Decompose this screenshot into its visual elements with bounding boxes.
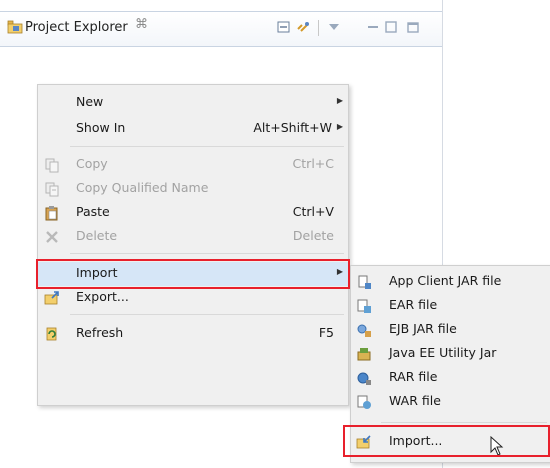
menu-separator (70, 253, 344, 254)
menu-item-label: Export... (76, 289, 129, 304)
menu-item-export[interactable]: Export... (38, 286, 348, 310)
menu-item-label: Copy Qualified Name (76, 180, 209, 195)
menu-item-label: Paste (76, 204, 110, 219)
submenu-arrow-icon: ▶ (336, 96, 343, 105)
menu-item-copy-qualified-name[interactable]: Copy Qualified Name (38, 177, 348, 201)
copy-qualified-name-icon (45, 182, 59, 197)
submenu-item-label: WAR file (389, 393, 441, 408)
submenu-arrow-icon: ▶ (336, 122, 343, 131)
menu-item-show-in[interactable]: Show In Alt+Shift+W ▶ (38, 117, 348, 141)
context-menu: New ▶ Show In Alt+Shift+W ▶ Copy Ctrl+C … (37, 84, 349, 406)
java-ee-utility-jar-icon (357, 348, 371, 361)
restore-icon[interactable] (406, 20, 420, 34)
submenu-item-ear-file[interactable]: EAR file (351, 294, 550, 318)
import-submenu-highlight-box (343, 425, 550, 457)
menu-item-accelerator: F5 (318, 325, 334, 340)
link-with-editor-icon[interactable] (296, 20, 310, 34)
view-title: Project Explorer (25, 20, 128, 35)
war-file-icon (357, 395, 371, 409)
app-client-jar-icon (358, 275, 371, 289)
menu-separator (70, 146, 344, 147)
submenu-item-ejb-jar-file[interactable]: EJB JAR file (351, 318, 550, 342)
toolbar-separator (318, 20, 319, 36)
submenu-item-label: Java EE Utility Jar (389, 345, 497, 360)
view-menu-icon[interactable] (327, 20, 341, 34)
menu-item-label: Refresh (76, 325, 124, 340)
submenu-item-app-client-jar[interactable]: App Client JAR file (351, 270, 550, 294)
menu-item-label: New (76, 94, 104, 109)
submenu-separator (381, 422, 547, 423)
menu-item-copy[interactable]: Copy Ctrl+C (38, 153, 348, 177)
close-view-icon[interactable]: ⌘ (135, 17, 148, 32)
submenu-item-java-ee-utility-jar[interactable]: Java EE Utility Jar (351, 342, 550, 366)
copy-icon (45, 158, 59, 173)
delete-icon (46, 231, 58, 243)
refresh-icon (46, 327, 57, 341)
minimize-icon[interactable] (366, 20, 380, 34)
submenu-item-label: EJB JAR file (389, 321, 457, 336)
maximize-icon[interactable] (384, 20, 398, 34)
menu-item-accelerator: Ctrl+C (292, 156, 334, 171)
ejb-jar-icon (357, 324, 371, 337)
submenu-item-label: App Client JAR file (389, 273, 502, 288)
submenu-item-war-file[interactable]: WAR file (351, 390, 550, 414)
menu-item-new[interactable]: New ▶ (38, 91, 348, 115)
menu-item-label: Show In (76, 120, 126, 135)
collapse-all-icon[interactable] (277, 20, 291, 34)
project-explorer-icon (7, 20, 23, 34)
menu-item-refresh[interactable]: Refresh F5 (38, 322, 348, 346)
submenu-item-rar-file[interactable]: RAR file (351, 366, 550, 390)
submenu-item-label: EAR file (389, 297, 438, 312)
menu-item-accelerator: Delete (292, 228, 334, 243)
menu-item-label: Copy (76, 156, 108, 171)
ear-file-icon (357, 299, 371, 313)
menu-item-label: Delete (76, 228, 118, 243)
menu-item-paste[interactable]: Paste Ctrl+V (38, 201, 348, 225)
import-highlight-box (36, 259, 350, 289)
menu-item-accelerator: Alt+Shift+W (253, 120, 332, 135)
menu-item-delete[interactable]: Delete Delete (38, 225, 348, 249)
paste-icon (45, 206, 58, 221)
submenu-item-label: RAR file (389, 369, 438, 384)
rar-file-icon (357, 372, 371, 385)
export-icon (44, 291, 59, 305)
project-explorer-tab[interactable]: Project Explorer ⌘ (0, 11, 442, 47)
menu-item-accelerator: Ctrl+V (292, 204, 334, 219)
menu-separator (70, 314, 344, 315)
